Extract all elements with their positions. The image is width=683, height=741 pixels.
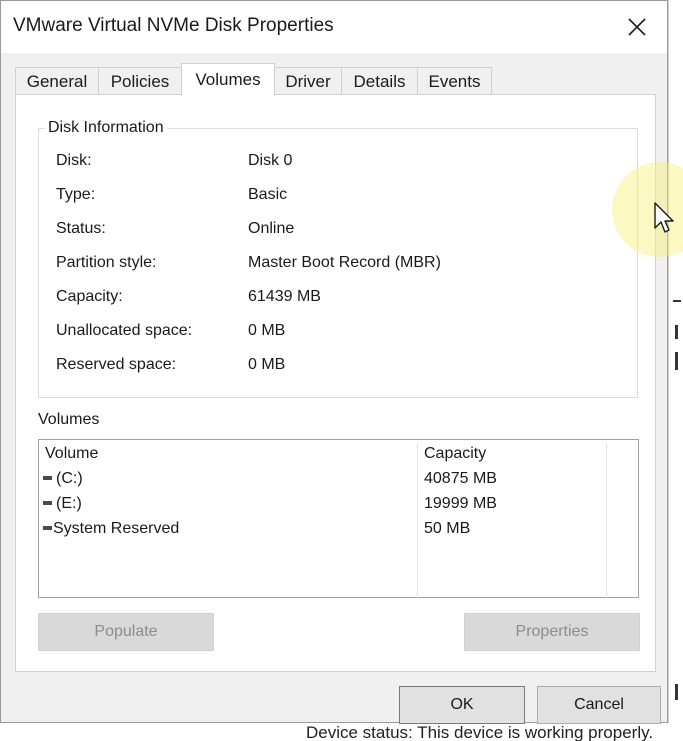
window-title: VMware Virtual NVMe Disk Properties [13, 15, 334, 36]
populate-button[interactable]: Populate [38, 613, 214, 651]
close-icon [628, 18, 646, 36]
disk-value: Disk 0 [248, 152, 293, 169]
disk-row: Disk: [56, 152, 92, 172]
mouse-pointer-icon [654, 202, 674, 233]
background-fragment [675, 352, 678, 370]
volume-name: (E:) [56, 495, 82, 512]
prop-label: Reserved space: [56, 356, 177, 373]
prop-label: Status: [56, 220, 106, 237]
ok-button[interactable]: OK [399, 686, 525, 724]
tab-policies[interactable]: Policies [98, 67, 182, 95]
drive-icon [43, 475, 52, 480]
volume-cell: (E:) [43, 495, 82, 513]
close-button[interactable] [621, 11, 653, 43]
status-row: Status: [56, 220, 106, 240]
capacity-cell: 40875 MB [424, 470, 497, 487]
prop-label: Disk: [56, 152, 92, 169]
background-window-bottom: Device status: This device is working pr… [0, 723, 683, 741]
volumes-tab-panel: Disk Information Disk: Disk 0 Type: Basi… [15, 94, 656, 672]
type-row: Type: [56, 186, 95, 206]
tab-general[interactable]: General [15, 67, 99, 95]
background-status-text: Device status: This device is working pr… [306, 723, 654, 741]
column-header-capacity[interactable]: Capacity [424, 445, 486, 463]
partition-style-row: Partition style: [56, 254, 156, 274]
cancel-button[interactable]: Cancel [537, 686, 661, 724]
prop-label: Capacity: [56, 288, 123, 305]
background-window-edge [668, 0, 683, 741]
disk-information-group: Disk Information Disk: Disk 0 Type: Basi… [38, 119, 638, 398]
properties-button[interactable]: Properties [464, 613, 640, 651]
volume-name: (C:) [56, 470, 83, 487]
prop-label: Type: [56, 186, 96, 203]
type-value: Basic [248, 186, 288, 203]
properties-dialog: VMware Virtual NVMe Disk Properties Gene… [0, 0, 668, 724]
drive-icon [43, 525, 52, 530]
list-item[interactable]: (C:) 40875 MB [43, 470, 633, 492]
partition-style-value: Master Boot Record (MBR) [248, 254, 441, 271]
tab-volumes[interactable]: Volumes [181, 63, 275, 96]
capacity-cell: 19999 MB [424, 495, 497, 512]
volumes-list[interactable]: Volume Capacity (C:) 40875 MB (E:) 19999… [38, 439, 639, 598]
volume-cell: (C:) [43, 470, 83, 488]
background-fragment [673, 300, 681, 302]
capacity-row: Capacity: [56, 288, 123, 308]
tab-driver[interactable]: Driver [274, 67, 342, 95]
tab-details[interactable]: Details [341, 67, 418, 95]
title-bar[interactable]: VMware Virtual NVMe Disk Properties [1, 1, 667, 53]
drive-icon [43, 500, 52, 505]
prop-label: Unallocated space: [56, 322, 193, 339]
capacity-cell: 50 MB [424, 520, 471, 537]
capacity-value: 61439 MB [248, 288, 321, 305]
reserved-space-row: Reserved space: [56, 356, 176, 376]
reserved-space-value: 0 MB [248, 356, 286, 373]
volume-name: System Reserved [53, 520, 180, 537]
list-item[interactable]: (E:) 19999 MB [43, 495, 633, 517]
column-header-volume[interactable]: Volume [45, 445, 98, 463]
group-title: Disk Information [45, 119, 167, 137]
volumes-section-label: Volumes [38, 411, 100, 428]
unallocated-space-row: Unallocated space: [56, 322, 192, 342]
tab-events[interactable]: Events [417, 67, 492, 95]
status-value: Online [248, 220, 295, 237]
prop-label: Partition style: [56, 254, 157, 271]
background-fragment [675, 325, 678, 339]
unallocated-space-value: 0 MB [248, 322, 286, 339]
volume-cell: System Reserved [43, 520, 179, 538]
list-item[interactable]: System Reserved 50 MB [43, 520, 633, 542]
background-fragment [675, 684, 678, 700]
